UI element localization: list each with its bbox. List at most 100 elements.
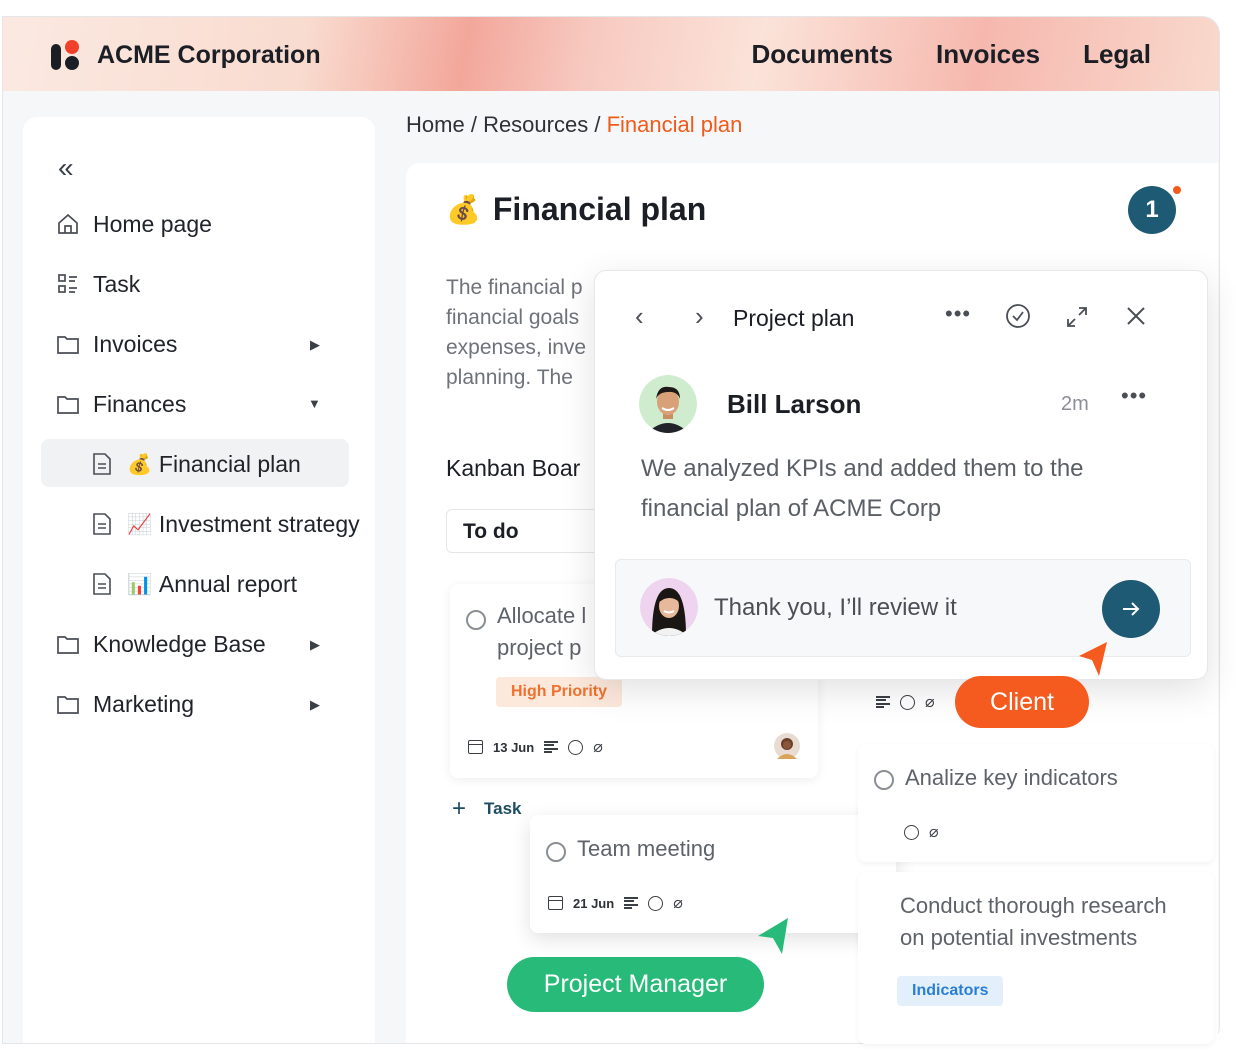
sidebar-item-task[interactable]: Task (55, 264, 140, 304)
sidebar-item-label: Finances (93, 390, 187, 417)
nav-legal[interactable]: Legal (1083, 39, 1151, 70)
task-meta: ⌀ (904, 822, 939, 842)
nav-documents[interactable]: Documents (751, 39, 893, 70)
sidebar-item-annual-report[interactable]: 📊 Annual report (89, 564, 297, 604)
folder-icon (55, 691, 81, 717)
sidebar-item-label: Home page (93, 210, 212, 237)
sidebar-item-label: Investment strategy (158, 510, 360, 537)
close-icon[interactable] (1125, 305, 1147, 333)
brand-name[interactable]: ACME Corporation (97, 41, 321, 70)
plus-icon: + (452, 795, 467, 822)
comment-count-badge[interactable]: 1 (1128, 186, 1176, 234)
sidebar-item-finances[interactable]: Finances ▼ (55, 384, 355, 424)
assignee-avatar[interactable] (774, 733, 800, 759)
comment-icon (568, 739, 584, 755)
expand-icon[interactable] (1065, 305, 1089, 335)
folder-icon (55, 391, 81, 417)
sidebar-item-label: Marketing (93, 690, 194, 717)
add-task-label: Task (484, 799, 522, 818)
task-title: Conduct thorough research on potential i… (900, 890, 1167, 954)
description-icon (624, 897, 639, 909)
comment-popup: ‹ › Project plan ••• Bill Larson 2m ••• … (594, 270, 1208, 680)
priority-tag[interactable]: High Priority (496, 677, 623, 707)
sidebar-item-invoices[interactable]: Invoices ▶ (55, 324, 355, 364)
sidebar-item-investment-strategy[interactable]: 📈 Investment strategy (89, 504, 360, 544)
task-checkbox[interactable] (546, 842, 566, 862)
arrow-right-icon (1123, 602, 1140, 616)
page-title: 💰 Financial plan (446, 191, 706, 228)
top-header: ACME Corporation Documents Invoices Lega… (3, 17, 1219, 91)
add-task-button[interactable]: + Task (452, 795, 522, 823)
task-card-research[interactable]: Conduct thorough research on potential i… (858, 872, 1214, 1044)
task-title: Analize key indicators (905, 765, 1118, 790)
chart-up-icon: 📈 (127, 513, 152, 536)
check-circle-icon[interactable] (1005, 303, 1031, 335)
sidebar-item-label: Invoices (93, 330, 178, 357)
double-chevron-left-icon[interactable]: « (58, 152, 74, 184)
reply-input[interactable]: Thank you, I’ll review it (714, 594, 957, 622)
comment-icon (904, 824, 919, 840)
comment-time: 2m (1061, 393, 1089, 415)
calendar-icon (468, 740, 483, 754)
more-options-icon[interactable]: ••• (945, 301, 971, 327)
money-bag-icon: 💰 (127, 453, 152, 476)
breadcrumb-home[interactable]: Home (406, 112, 465, 137)
sidebar-item-label: Knowledge Base (93, 630, 266, 657)
caret-right-icon[interactable]: ▶ (310, 337, 320, 353)
unread-dot (1173, 186, 1181, 194)
sidebar-item-knowledge-base[interactable]: Knowledge Base ▶ (55, 624, 355, 664)
page-title-text: Financial plan (492, 191, 707, 227)
task-checkbox[interactable] (874, 770, 894, 790)
comment-text: We analyzed KPIs and added them to the f… (641, 455, 1084, 522)
document-icon (89, 511, 115, 537)
due-date: 21 Jun (573, 895, 615, 911)
attachment-icon: ⌀ (593, 739, 603, 756)
description-icon (876, 696, 890, 708)
document-icon (89, 451, 115, 477)
task-card-team-meeting[interactable]: Team meeting 21 Jun ⌀ (530, 815, 896, 933)
task-card-analize[interactable]: Analize key indicators ⌀ (858, 744, 1214, 862)
task-meta: 13 Jun ⌀ (468, 737, 603, 757)
document-icon (89, 571, 115, 597)
comment-author: Bill Larson (727, 389, 862, 419)
calendar-icon (548, 896, 563, 910)
comment-more-icon[interactable]: ••• (1121, 383, 1147, 409)
sidebar-item-financial-plan[interactable]: 💰 Financial plan (89, 444, 301, 484)
folder-icon (55, 631, 81, 657)
breadcrumb-resources[interactable]: Resources (483, 112, 588, 137)
task-title-line: Conduct thorough research (900, 893, 1167, 918)
sidebar-item-marketing[interactable]: Marketing ▶ (55, 684, 355, 724)
nav-invoices[interactable]: Invoices (936, 39, 1040, 70)
sidebar-item-label: Financial plan (158, 450, 301, 477)
task-title-line: project p (497, 635, 582, 660)
task-title-line: on potential investments (900, 925, 1138, 950)
breadcrumb-separator: / (594, 112, 601, 137)
chevron-left-icon[interactable]: ‹ (635, 301, 644, 332)
money-bag-icon: 💰 (446, 194, 481, 225)
sidebar-item-label: Task (93, 270, 141, 297)
task-meta: 21 Jun ⌀ (548, 893, 683, 913)
send-button[interactable] (1102, 580, 1160, 638)
attachment-icon: ⌀ (673, 895, 683, 912)
task-meta: ⌀ (876, 692, 935, 712)
chevron-right-icon[interactable]: › (695, 301, 704, 332)
task-checkbox[interactable] (466, 610, 486, 630)
client-label: Client (955, 676, 1089, 728)
caret-right-icon[interactable]: ▶ (310, 697, 320, 713)
indicators-tag[interactable]: Indicators (897, 976, 1004, 1006)
attachment-icon: ⌀ (929, 824, 939, 841)
comment-icon (900, 694, 915, 710)
acme-logo-icon[interactable] (49, 38, 83, 72)
task-title: Allocate l project p (497, 600, 586, 664)
breadcrumb-separator: / (470, 112, 477, 137)
breadcrumb: Home / Resources / Financial plan (406, 112, 742, 138)
comment-icon (648, 895, 664, 911)
sidebar-item-home-page[interactable]: Home page (55, 204, 212, 244)
caret-down-icon[interactable]: ▼ (308, 396, 321, 411)
due-date: 13 Jun (493, 739, 535, 755)
bill-larson-avatar[interactable] (639, 375, 697, 433)
caret-right-icon[interactable]: ▶ (310, 637, 320, 653)
description-icon (544, 741, 559, 753)
pm-cursor-icon (758, 918, 788, 954)
task-list-icon (55, 271, 81, 297)
